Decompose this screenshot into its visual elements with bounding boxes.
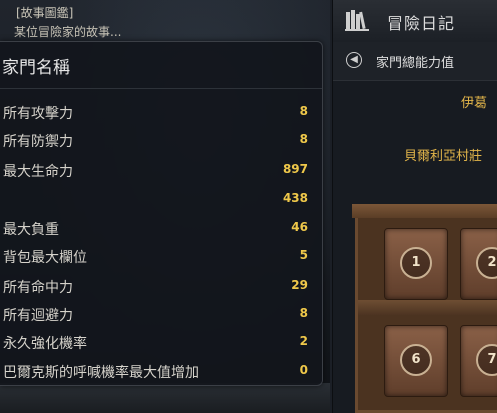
stat-value: 8 [299, 306, 308, 320]
stat-label: 永久強化機率 [3, 336, 87, 352]
stat-label: 所有迴避力 [3, 308, 73, 324]
stat-value: 897 [282, 162, 308, 176]
village-text: 貝爾利亞村莊 [404, 149, 483, 164]
family-name-text: 伊葛 [461, 96, 488, 111]
panel-header: 家門名稱 [0, 42, 322, 89]
stat-row: 永久強化機率 2 [0, 333, 322, 353]
stat-row: 最大生命力 897 [0, 161, 322, 181]
panel-title: 家門名稱 [2, 58, 70, 78]
stat-label: 最大生命力 [3, 164, 73, 180]
stat-row: 巴爾克斯的呼喊機率最大值增加 0 [0, 362, 322, 382]
quest-subtitle: 某位冒險家的故事... [14, 25, 122, 39]
stat-label: 所有防禦力 [3, 134, 73, 150]
book-number: 2 [476, 247, 497, 279]
stat-value: 0 [299, 363, 308, 377]
stat-value: 8 [299, 104, 308, 118]
ground-area [0, 383, 330, 413]
family-stats-panel: 家門名稱 所有攻擊力 8 所有防禦力 8 最大生命力 897 438 最大負重 … [0, 41, 323, 386]
quest-tooltip: [故事圖鑑] 某位冒險家的故事... [2, 0, 332, 42]
adventure-log-header: 冒險日記 [333, 0, 497, 43]
book-number: 1 [400, 247, 432, 279]
stat-row: 背包最大欄位 5 [0, 247, 322, 267]
nav-label: 家門總能力值 [376, 56, 455, 71]
family-stats-nav[interactable]: ◀ 家門總能力值 [333, 42, 497, 81]
stat-label: 巴爾克斯的呼喊機率最大值增加 [3, 365, 199, 381]
bookshelf-top [352, 204, 497, 218]
stat-label: 所有命中力 [3, 280, 73, 296]
back-arrow-icon[interactable]: ◀ [346, 52, 362, 68]
journal-book-7[interactable]: 7 [460, 325, 497, 397]
stat-row: 所有防禦力 8 [0, 131, 322, 151]
journal-book-1[interactable]: 1 [384, 228, 448, 300]
stat-value: 29 [291, 278, 308, 292]
stat-row: 438 [0, 190, 322, 210]
stat-label: 最大負重 [3, 222, 59, 238]
adventure-log-title: 冒險日記 [387, 14, 456, 33]
journal-book-2[interactable]: 2 [460, 228, 497, 300]
book-number: 6 [400, 344, 432, 376]
journal-book-6[interactable]: 6 [384, 325, 448, 397]
stat-value: 5 [299, 248, 308, 262]
stat-row: 所有迴避力 8 [0, 305, 322, 325]
stat-value: 438 [282, 191, 308, 205]
stat-value: 8 [299, 132, 308, 146]
stat-value: 46 [291, 220, 308, 234]
stat-row: 所有攻擊力 8 [0, 103, 322, 123]
stat-value: 2 [299, 334, 308, 348]
stat-label: 所有攻擊力 [3, 106, 73, 122]
stat-label: 背包最大欄位 [3, 250, 87, 266]
book-number: 7 [476, 344, 497, 376]
quest-title: [故事圖鑑] [16, 6, 74, 20]
bookshelf-shelf [358, 300, 497, 316]
stat-row: 所有命中力 29 [0, 277, 322, 297]
stat-row: 最大負重 46 [0, 219, 322, 239]
books-icon [345, 10, 369, 31]
